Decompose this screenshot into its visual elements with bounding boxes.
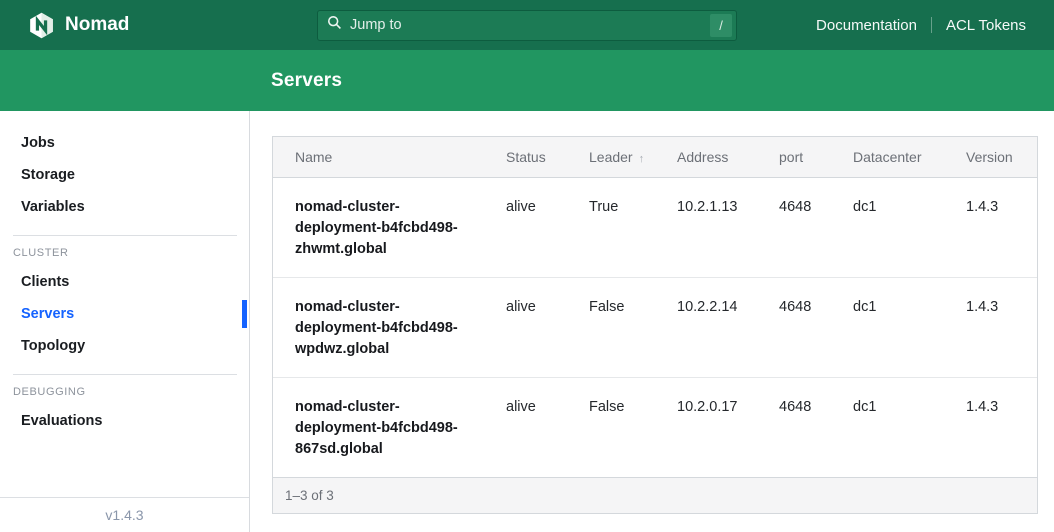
acl-tokens-link[interactable]: ACL Tokens [946,17,1026,34]
cell-name: nomad-cluster-deployment-b4fcbd498-867sd… [273,377,506,477]
table-header-row: Name Status Leader ↑ Address port Datacenter Ve… [273,137,1037,177]
main-content: Name Status Leader ↑ Address port Datacenter Ve… [250,111,1054,532]
cell-leader: True [589,177,677,277]
sidebar-item-variables[interactable]: Variables [0,191,249,223]
sidebar-item-label: Clients [21,274,69,290]
cell-port: 4648 [779,277,853,377]
column-header-name[interactable]: Name [273,137,506,177]
active-indicator [242,300,247,328]
search-icon [327,15,342,35]
navbar-links: Documentation ACL Tokens [816,17,1026,34]
sidebar: Jobs Storage Variables CLUSTER Clients Server… [0,111,250,532]
sidebar-sections: Jobs Storage Variables CLUSTER Clients Server… [0,127,249,437]
sidebar-item-label: Topology [21,338,85,354]
column-header-label: Address [677,149,728,165]
sidebar-section-label: CLUSTER [0,246,249,260]
sidebar-footer: v1.4.3 [0,497,249,532]
cell-name: nomad-cluster-deployment-b4fcbd498-wpdwz… [273,277,506,377]
cell-name: nomad-cluster-deployment-b4fcbd498-zhwmt… [273,177,506,277]
column-header-label: Status [506,149,546,165]
sidebar-item-evaluations[interactable]: Evaluations [0,405,249,437]
column-header-version[interactable]: Version [966,137,1037,177]
top-navbar: Nomad / Documentation ACL Tokens [0,0,1054,50]
nomad-brand[interactable]: Nomad [28,12,129,39]
servers-table: Name Status Leader ↑ Address port Datacenter Ve… [273,137,1037,477]
app-window: Nomad / Documentation ACL Tokens Servers… [0,0,1054,532]
cell-datacenter: dc1 [853,177,966,277]
cell-address: 10.2.0.17 [677,377,779,477]
column-header-label: Leader [589,149,633,165]
pagination-bar: 1–3 of 3 [273,477,1037,513]
brand-name: Nomad [65,14,129,36]
cell-version: 1.4.3 [966,277,1037,377]
sort-asc-icon: ↑ [639,153,645,165]
main-layout: Jobs Storage Variables CLUSTER Clients Server… [0,111,1054,532]
documentation-link[interactable]: Documentation [816,17,917,34]
nomad-logo-icon [28,12,55,39]
sidebar-item-label: Jobs [21,135,55,151]
cell-datacenter: dc1 [853,377,966,477]
cell-datacenter: dc1 [853,277,966,377]
cell-leader: False [589,377,677,477]
cell-address: 10.2.1.13 [677,177,779,277]
column-header-label: Name [295,149,332,165]
sidebar-item-jobs[interactable]: Jobs [0,127,249,159]
column-header-port[interactable]: port [779,137,853,177]
cell-port: 4648 [779,177,853,277]
column-header-label: port [779,149,803,165]
page-title: Servers [271,70,342,92]
sidebar-item-servers[interactable]: Servers [0,298,249,330]
server-row[interactable]: nomad-cluster-deployment-b4fcbd498-zhwmt… [273,177,1037,277]
column-header-status[interactable]: Status [506,137,589,177]
page-header: Servers [0,50,1054,111]
column-header-label: Version [966,149,1013,165]
servers-table-container: Name Status Leader ↑ Address port Datacenter Ve… [272,136,1038,514]
column-header-leader[interactable]: Leader ↑ [589,137,677,177]
sidebar-divider [13,374,237,375]
sidebar-item-label: Servers [21,306,74,322]
table-body: nomad-cluster-deployment-b4fcbd498-zhwmt… [273,177,1037,477]
cell-address: 10.2.2.14 [677,277,779,377]
sidebar-item-label: Storage [21,167,75,183]
cell-status: alive [506,277,589,377]
server-row[interactable]: nomad-cluster-deployment-b4fcbd498-wpdwz… [273,277,1037,377]
navbar-links-divider [931,17,932,33]
cell-version: 1.4.3 [966,177,1037,277]
jump-to-search[interactable]: / [317,10,737,41]
search-input[interactable] [348,16,710,34]
sidebar-item-storage[interactable]: Storage [0,159,249,191]
pagination-info: 1–3 of 3 [285,488,334,503]
slash-shortcut-hint: / [710,14,732,37]
column-header-address[interactable]: Address [677,137,779,177]
app-version: v1.4.3 [105,507,143,523]
cell-port: 4648 [779,377,853,477]
cell-version: 1.4.3 [966,377,1037,477]
cell-status: alive [506,377,589,477]
column-header-datacenter[interactable]: Datacenter [853,137,966,177]
sidebar-section-label: DEBUGGING [0,385,249,399]
column-header-label: Datacenter [853,149,921,165]
server-row[interactable]: nomad-cluster-deployment-b4fcbd498-867sd… [273,377,1037,477]
sidebar-item-clients[interactable]: Clients [0,266,249,298]
sidebar-item-label: Variables [21,199,85,215]
sidebar-item-topology[interactable]: Topology [0,330,249,362]
sidebar-item-label: Evaluations [21,413,102,429]
cell-leader: False [589,277,677,377]
cell-status: alive [506,177,589,277]
sidebar-divider [13,235,237,236]
